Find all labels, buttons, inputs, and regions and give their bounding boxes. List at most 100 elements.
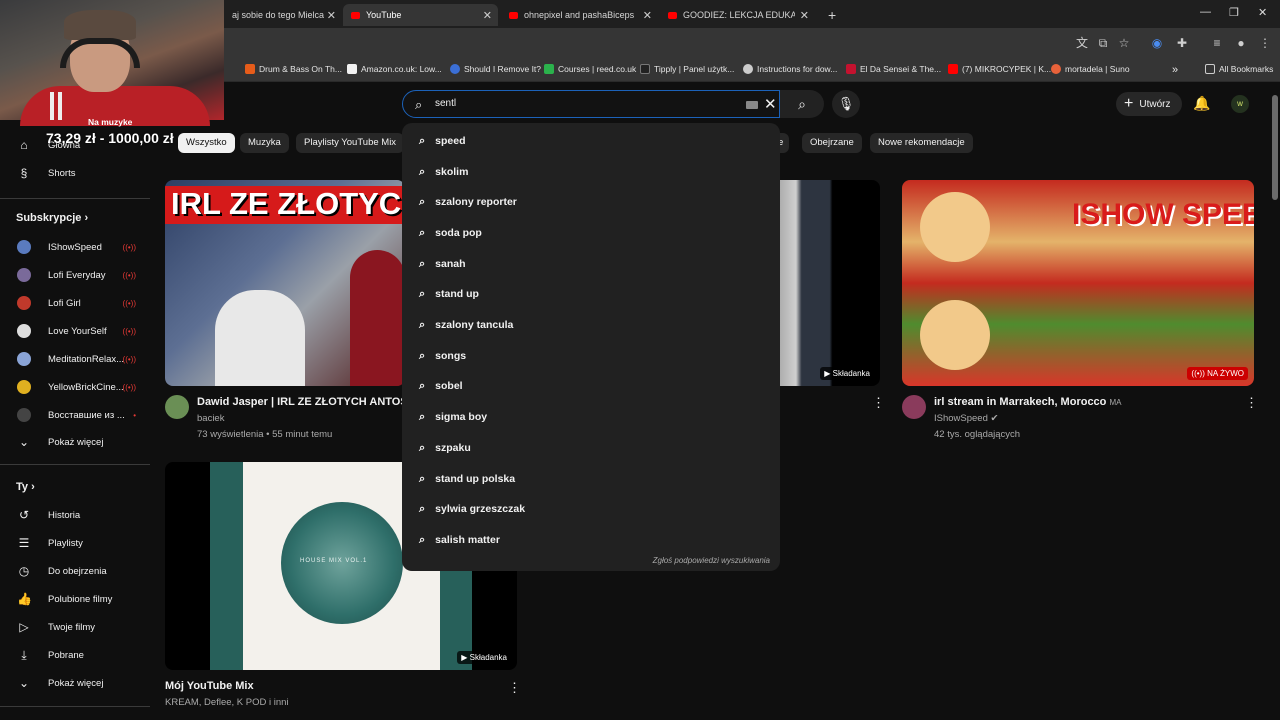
video-menu-icon[interactable]: ⋮ xyxy=(508,680,521,696)
browser-tab[interactable]: ohnepixel and pashaBiceps fun ✕ xyxy=(501,4,658,26)
notifications-bell-icon[interactable]: 🔔 xyxy=(1193,95,1210,112)
search-icon: ⌕ xyxy=(419,349,426,362)
suggestion-item[interactable]: ⌕ stand up polska xyxy=(402,464,780,494)
suggestion-item[interactable]: ⌕ sylwia grzeszczak xyxy=(402,494,780,524)
chip-watched[interactable]: Obejrzane xyxy=(802,133,862,153)
bookmark-label: Courses | reed.co.uk xyxy=(558,64,637,74)
media-control-icon[interactable]: ≡ xyxy=(1210,36,1224,50)
close-tab-icon[interactable]: ✕ xyxy=(800,9,809,22)
subscriptions-heading[interactable]: Subskrypcje › xyxy=(16,212,88,224)
bookmark-item[interactable]: (7) MIKROCYPEK | K... xyxy=(948,64,1051,74)
video-title[interactable]: Mój YouTube Mix xyxy=(165,680,254,692)
suggestion-item[interactable]: ⌕ soda pop xyxy=(402,218,780,248)
page-scrollbar[interactable] xyxy=(1272,95,1278,200)
chip-new-recommendations[interactable]: Nowe rekomendacje xyxy=(870,133,973,153)
search-button[interactable]: ⌕ xyxy=(780,90,824,118)
suggestion-item[interactable]: ⌕ szpaku xyxy=(402,433,780,463)
sidebar-item-subscription[interactable]: Lofi Girl ((•)) xyxy=(0,291,150,315)
search-icon: ⌕ xyxy=(419,533,426,546)
video-thumbnail[interactable]: ISHOW SPEED ((•)) NA ŻYWO xyxy=(902,180,1254,386)
bookmark-star-icon[interactable]: ☆ xyxy=(1117,36,1131,50)
new-tab-button[interactable]: + xyxy=(820,4,840,26)
sidebar-item-subscription[interactable]: Love YourSelf ((•)) xyxy=(0,319,150,343)
install-app-icon[interactable]: ⧉ xyxy=(1096,36,1110,50)
translate-icon[interactable]: 文 xyxy=(1075,36,1089,50)
voice-search-button[interactable]: 🎙 xyxy=(832,90,860,118)
close-window-icon[interactable]: ✕ xyxy=(1258,6,1267,19)
extensions-puzzle-icon[interactable]: ✚ xyxy=(1175,36,1189,50)
all-bookmarks-button[interactable]: All Bookmarks xyxy=(1205,64,1273,74)
chip-youtube-mix[interactable]: Playlisty YouTube Mix xyxy=(296,133,405,153)
sidebar-show-more-button[interactable]: ⌄ Pokaż więcej xyxy=(0,430,150,454)
channel-name[interactable]: baciek xyxy=(197,413,224,424)
sidebar-item-watch-later[interactable]: ◷ Do obejrzenia xyxy=(0,559,150,583)
report-suggestions-link[interactable]: Zgłoś podpowiedzi wyszukiwania xyxy=(653,556,770,565)
chip-all[interactable]: Wszystko xyxy=(178,133,235,153)
create-button[interactable]: + Utwórz xyxy=(1116,92,1182,116)
clear-search-icon[interactable]: ✕ xyxy=(764,95,777,113)
browser-tab[interactable]: GOODIEZ: LEKCJA EDUKACJI SE ✕ xyxy=(660,4,815,26)
channel-name[interactable]: IShowSpeed ✔ xyxy=(934,413,998,424)
sidebar-item-subscription[interactable]: Lofi Everyday ((•)) xyxy=(0,263,150,287)
webcam-figure xyxy=(58,92,62,120)
you-heading[interactable]: Ty › xyxy=(16,481,35,493)
bookmark-item[interactable]: El Da Sensei & The... xyxy=(846,64,941,74)
channel-avatar xyxy=(17,268,31,282)
suggestion-item[interactable]: ⌕ sigma boy xyxy=(402,402,780,432)
minimize-icon[interactable]: — xyxy=(1200,6,1211,18)
bookmark-label: Drum & Bass On Th... xyxy=(259,64,342,74)
channel-avatar[interactable] xyxy=(165,395,189,419)
suggestion-item[interactable]: ⌕ speed xyxy=(402,126,780,156)
video-title[interactable]: Dawid Jasper | IRL ZE ZŁOTYCH ANTOSI 2 xyxy=(197,396,420,408)
chevron-right-icon: › xyxy=(84,212,89,224)
bookmark-item[interactable]: Should I Remove It? xyxy=(450,64,541,74)
bookmark-item[interactable]: Courses | reed.co.uk xyxy=(544,64,636,74)
bookmark-item[interactable]: mortadela | Suno xyxy=(1051,64,1130,74)
suggestion-item[interactable]: ⌕ sanah xyxy=(402,249,780,279)
close-tab-icon[interactable]: ✕ xyxy=(483,9,492,22)
extension-icon[interactable]: ◉ xyxy=(1150,36,1164,50)
sidebar-item-shorts[interactable]: § Shorts xyxy=(0,161,150,185)
suggestion-item[interactable]: ⌕ stand up xyxy=(402,279,780,309)
close-tab-icon[interactable]: ✕ xyxy=(327,9,336,22)
suggestion-item[interactable]: ⌕ salish matter xyxy=(402,525,780,555)
browser-menu-icon[interactable]: ⋮ xyxy=(1258,36,1272,50)
bookmark-item[interactable]: Tipply | Panel użytk... xyxy=(640,64,734,74)
sidebar-item-downloads[interactable]: ⤓ Pobrane xyxy=(0,643,150,667)
bookmark-item[interactable]: Instructions for dow... xyxy=(743,64,837,74)
search-input[interactable]: sentl xyxy=(435,98,456,109)
suggestion-item[interactable]: ⌕ skolim xyxy=(402,157,780,187)
maximize-icon[interactable]: ❐ xyxy=(1229,6,1239,19)
sidebar-item-history[interactable]: ↺ Historia xyxy=(0,503,150,527)
sidebar-item-playlists[interactable]: ☰ Playlisty xyxy=(0,531,150,555)
sidebar-show-more-button[interactable]: ⌄ Pokaż więcej xyxy=(0,671,150,695)
video-menu-icon[interactable]: ⋮ xyxy=(1245,395,1258,411)
chip-music[interactable]: Muzyka xyxy=(240,133,289,153)
video-thumbnail[interactable]: IRL ZE ZŁOTYCH A xyxy=(165,180,405,386)
bookmark-item[interactable]: Drum & Bass On Th... xyxy=(245,64,342,74)
sidebar-item-subscription[interactable]: IShowSpeed ((•)) xyxy=(0,235,150,259)
suggestion-item[interactable]: ⌕ songs xyxy=(402,341,780,371)
sidebar-item-liked[interactable]: 👍 Polubione filmy xyxy=(0,587,150,611)
video-menu-icon[interactable]: ⋮ xyxy=(872,395,885,411)
suggestion-item[interactable]: ⌕ szalony tancula xyxy=(402,310,780,340)
sidebar-item-subscription[interactable]: YellowBrickCine... ((•)) xyxy=(0,375,150,399)
bookmark-item[interactable]: Amazon.co.uk: Low... xyxy=(347,64,442,74)
bookmark-label: (7) MIKROCYPEK | K... xyxy=(962,64,1052,74)
search-box[interactable]: ⌕ sentl ✕ xyxy=(402,90,780,118)
channel-avatar[interactable] xyxy=(902,395,926,419)
sidebar-item-your-videos[interactable]: ▷ Twoje filmy xyxy=(0,615,150,639)
bookmarks-overflow-icon[interactable]: » xyxy=(1172,64,1178,76)
avatar[interactable]: w xyxy=(1231,95,1249,113)
suggestion-item[interactable]: ⌕ szalony reporter xyxy=(402,187,780,217)
video-title[interactable]: irl stream in Marrakech, Morocco MA xyxy=(934,396,1121,408)
close-tab-icon[interactable]: ✕ xyxy=(643,9,652,22)
browser-tab-active[interactable]: YouTube ✕ xyxy=(343,4,498,26)
keyboard-icon[interactable] xyxy=(746,101,758,109)
profile-icon[interactable]: ● xyxy=(1234,36,1248,50)
suggestion-item[interactable]: ⌕ sobel xyxy=(402,371,780,401)
channel-avatar xyxy=(17,296,31,310)
browser-tab[interactable]: aj sobie do tego Mielca, te ✕ xyxy=(224,4,342,26)
sidebar-item-subscription[interactable]: Восставшие из ... • xyxy=(0,403,150,427)
sidebar-item-subscription[interactable]: MeditationRelax... ((•)) xyxy=(0,347,150,371)
